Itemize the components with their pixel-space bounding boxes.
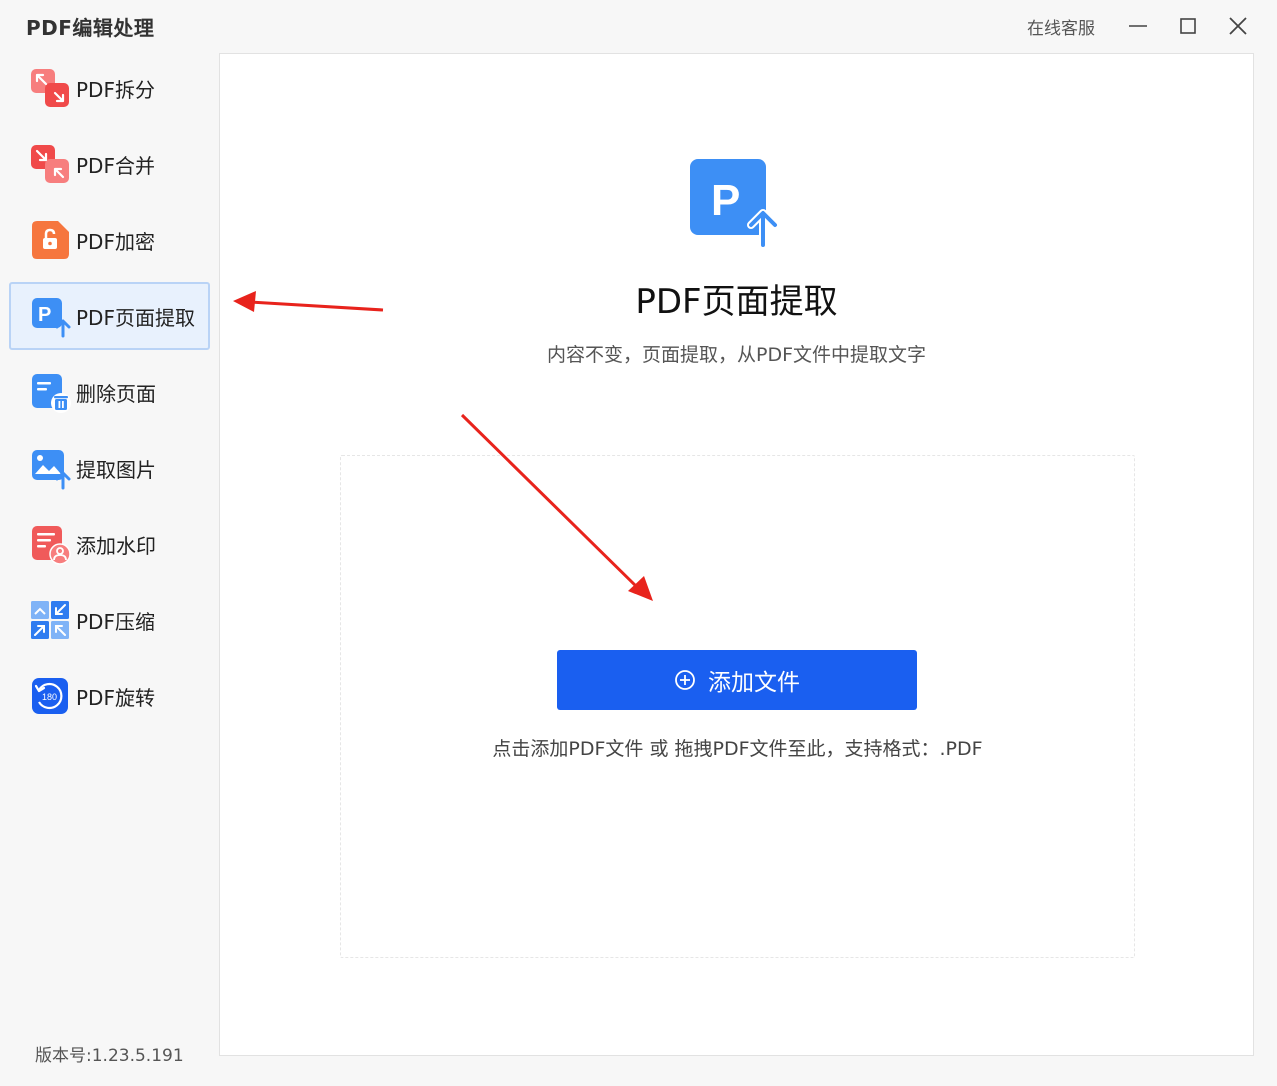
- minimize-icon: [1129, 25, 1147, 27]
- split-icon: [31, 69, 69, 107]
- sidebar-item-pdf-encrypt[interactable]: PDF加密: [9, 206, 210, 274]
- file-drop-zone[interactable]: 添加文件 点击添加PDF文件 或 拖拽PDF文件至此，支持格式：.PDF: [340, 455, 1135, 958]
- sidebar-item-pdf-split[interactable]: PDF拆分: [9, 54, 210, 122]
- svg-text:P: P: [38, 304, 51, 326]
- sidebar-item-label: PDF加密: [76, 229, 155, 254]
- close-icon: [1229, 17, 1247, 35]
- rotate-icon: 180: [32, 678, 68, 714]
- sidebar-item-pdf-rotate[interactable]: 180 PDF旋转: [9, 662, 210, 730]
- sidebar-item-extract-image[interactable]: 提取图片: [9, 434, 210, 502]
- sidebar-item-label: PDF合并: [76, 153, 155, 178]
- minimize-button[interactable]: [1113, 10, 1163, 42]
- sidebar-item-label: PDF压缩: [76, 609, 155, 634]
- sidebar-item-label: PDF拆分: [76, 77, 155, 102]
- sidebar-item-pdf-page-extract[interactable]: P PDF页面提取: [9, 282, 210, 350]
- sidebar-item-label: PDF页面提取: [76, 305, 195, 330]
- delete-page-icon: [32, 374, 71, 413]
- lock-icon: [32, 221, 69, 259]
- watermark-icon: [32, 526, 71, 565]
- sidebar-item-pdf-compress[interactable]: PDF压缩: [9, 586, 210, 654]
- pdf-upload-icon: P: [690, 159, 779, 249]
- version-label: 版本号:1.23.5.191: [35, 1046, 184, 1066]
- sidebar-item-label: 删除页面: [76, 381, 156, 406]
- sidebar-item-label: 提取图片: [76, 457, 156, 482]
- page-subtitle: 内容不变，页面提取，从PDF文件中提取文字: [546, 344, 927, 366]
- online-support-link[interactable]: 在线客服: [1027, 14, 1095, 39]
- close-button[interactable]: [1213, 10, 1263, 42]
- page-title: PDF页面提取: [635, 282, 838, 322]
- drop-hint: 点击添加PDF文件 或 拖拽PDF文件至此，支持格式：.PDF: [492, 738, 983, 760]
- sidebar: PDF拆分 PDF合并 PDF加密 P PDF页面提取 删除页面 提取图片 添加…: [0, 54, 220, 1086]
- extract-image-icon: [32, 450, 71, 490]
- add-file-button-label: 添加文件: [708, 670, 800, 696]
- sidebar-item-label: PDF旋转: [76, 685, 155, 710]
- main-panel: P PDF页面提取 内容不变，页面提取，从PDF文件中提取文字 添加文件 点击添…: [219, 53, 1254, 1056]
- svg-text:P: P: [711, 176, 740, 225]
- sidebar-item-delete-page[interactable]: 删除页面: [9, 358, 210, 426]
- sidebar-item-label: 添加水印: [76, 533, 156, 558]
- maximize-icon: [1180, 18, 1196, 34]
- svg-text:180: 180: [42, 692, 57, 702]
- page-extract-icon: P: [32, 298, 71, 338]
- plus-circle-icon: [675, 670, 695, 690]
- title-bar-actions: 在线客服: [1027, 10, 1263, 42]
- sidebar-item-add-watermark[interactable]: 添加水印: [9, 510, 210, 578]
- add-file-button[interactable]: 添加文件: [557, 650, 917, 710]
- merge-icon: [31, 145, 69, 183]
- maximize-button[interactable]: [1163, 10, 1213, 42]
- sidebar-item-pdf-merge[interactable]: PDF合并: [9, 130, 210, 198]
- compress-icon: [31, 601, 69, 639]
- app-title: PDF编辑处理: [26, 16, 155, 40]
